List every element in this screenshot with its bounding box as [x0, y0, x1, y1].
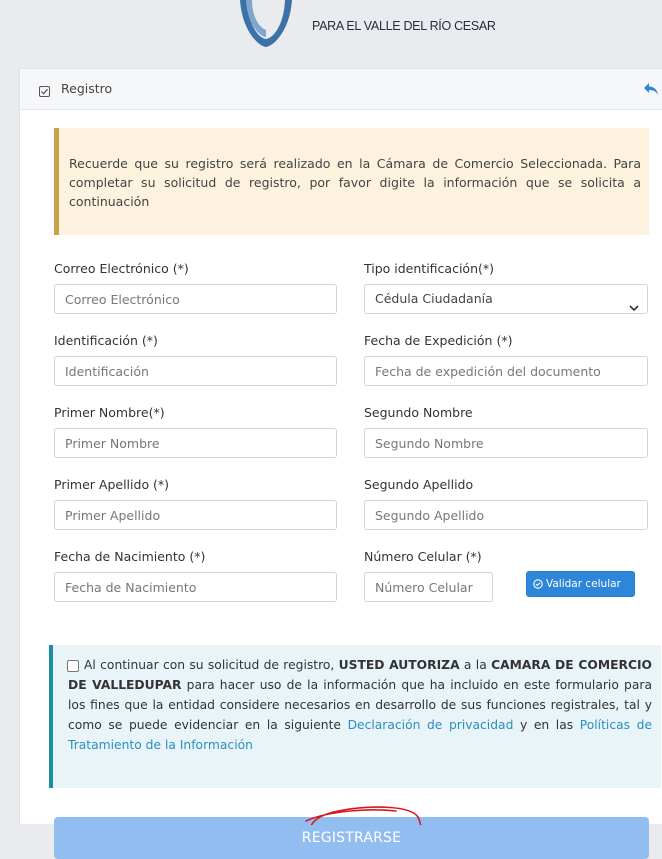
primer-apellido-label: Primer Apellido (*) [54, 477, 170, 492]
check-circle-icon [533, 579, 543, 589]
primer-nombre-label: Primer Nombre(*) [54, 405, 165, 420]
tipo-id-select[interactable]: Cédula Ciudadanía [364, 284, 648, 314]
checkbox-square-icon [39, 82, 50, 101]
segundo-nombre-label: Segundo Nombre [364, 405, 473, 420]
card-title: Registro [61, 81, 113, 96]
fecha-nacimiento-input[interactable] [54, 572, 337, 602]
consent-text-part: y en las [513, 718, 580, 732]
red-annotation-circle [305, 806, 422, 825]
celular-label: Número Celular (*) [364, 549, 482, 564]
fecha-expedicion-label: Fecha de Expedición (*) [364, 333, 513, 348]
identificacion-label: Identificación (*) [54, 333, 158, 348]
registration-notice: Recuerde que su registro será realizado … [54, 128, 649, 235]
tipo-id-label: Tipo identificación(*) [364, 261, 494, 276]
page-header: PARA EL VALLE DEL RÍO CESAR [0, 0, 662, 68]
correo-input[interactable] [54, 284, 337, 314]
primer-nombre-input[interactable] [54, 428, 337, 458]
consent-bold-authorize: USTED AUTORIZA [338, 658, 460, 672]
consent-text-part: a la [459, 658, 492, 672]
celular-input[interactable] [364, 572, 493, 602]
tipo-id-value: Cédula Ciudadanía [375, 291, 493, 306]
chevron-down-icon [629, 294, 639, 322]
consent-text: Al continuar con su solicitud de registr… [68, 655, 652, 755]
logo-icon [236, 0, 296, 52]
segundo-apellido-label: Segundo Apellido [364, 477, 474, 492]
reply-back-icon[interactable] [643, 81, 659, 100]
primer-apellido-input[interactable] [54, 500, 337, 530]
consent-notice: Al continuar con su solicitud de registr… [49, 645, 661, 788]
consent-text-part: Al continuar con su solicitud de registr… [84, 658, 339, 672]
registro-card: Registro Recuerde que su registro será r… [19, 68, 662, 859]
fecha-nacimiento-label: Fecha de Nacimiento (*) [54, 549, 206, 564]
segundo-apellido-input[interactable] [364, 500, 648, 530]
validar-celular-button[interactable]: Validar celular [526, 571, 635, 597]
segundo-nombre-input[interactable] [364, 428, 648, 458]
validar-celular-label: Validar celular [546, 578, 621, 590]
notice-text: Recuerde que su registro será realizado … [69, 156, 641, 209]
logo-text: PARA EL VALLE DEL RÍO CESAR [312, 19, 496, 33]
card-header: Registro [20, 69, 662, 110]
identificacion-input[interactable] [54, 356, 337, 386]
fecha-expedicion-input[interactable] [364, 356, 648, 386]
privacy-declaration-link[interactable]: Declaración de privacidad [348, 718, 514, 732]
correo-label: Correo Electrónico (*) [54, 261, 189, 276]
